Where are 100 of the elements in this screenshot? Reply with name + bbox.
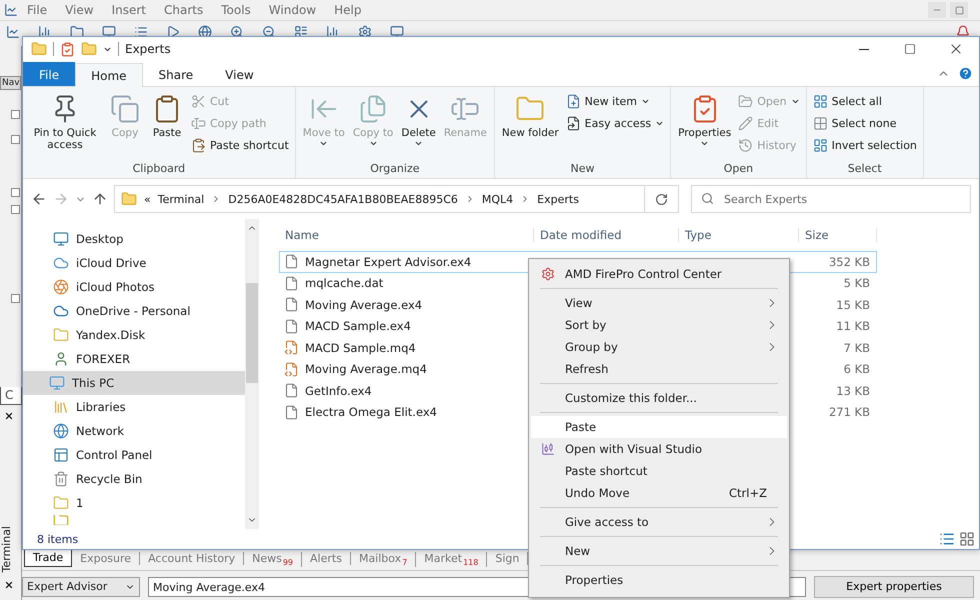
menu-item[interactable]: Undo Move Ctrl+Z [531,482,787,504]
address-bar[interactable]: « Terminal D256A0E4828DC45AFA1B80BEAE8895C6 MQL4 Experts [114,185,645,213]
tree-expander[interactable] [11,110,20,119]
terminal-tab[interactable]: Alerts [302,552,351,565]
menu-item[interactable]: Sort by [531,314,787,336]
nav-item[interactable]: This PC [23,371,245,395]
terminal-label: Terminal [0,526,14,572]
nav-item[interactable]: Desktop [23,227,245,251]
nav-item[interactable]: Network [23,419,245,443]
ribbon-tab[interactable]: Home [75,63,143,87]
ribbon-command[interactable]: Paste shortcut [189,136,291,155]
file-name[interactable]: MACD Sample.ex4 [305,319,411,334]
search-field[interactable]: Search Experts [691,185,971,213]
nav-item[interactable]: iCloud Drive [23,251,245,275]
close-icon[interactable] [4,580,14,590]
ribbon-command[interactable]: Pin to Quick access [27,89,103,162]
toolbar-icon[interactable] [230,25,244,39]
toolbar-icon[interactable] [294,25,308,39]
menu-item[interactable]: Customize this folder... [531,387,787,409]
nav-item[interactable]: iCloud Photos [23,275,245,299]
menu-item[interactable]: Help [325,3,370,17]
toolbar-icon[interactable] [166,25,180,39]
breadcrumb[interactable]: MQL4 [482,192,514,206]
details-view-icon[interactable] [939,531,955,547]
toolbar-icon[interactable] [198,25,212,39]
breadcrumb[interactable]: Experts [537,192,579,206]
ribbon-command[interactable]: Invert selection [810,136,919,155]
menu-item[interactable]: View [56,3,103,17]
menu-item[interactable]: Charts [155,3,212,17]
nav-item[interactable]: Yandex.Disk [23,323,245,347]
terminal-tab[interactable]: Mailbox$_{7}$ [350,552,416,568]
menu-item[interactable]: Refresh [531,358,787,380]
nav-item[interactable]: Libraries [23,395,245,419]
maximize-icon [904,43,916,55]
nav-item[interactable]: Recycle Bin [23,467,245,491]
menu-item[interactable]: Paste shortcut [531,460,787,482]
expert-properties-button[interactable]: Expert properties [814,576,974,598]
terminal-tab[interactable]: News$_{99}$ [244,552,302,568]
nav-item[interactable]: FOREXER [23,347,245,371]
ribbon-command[interactable]: Select none [810,114,919,133]
file-size: 5 KB [842,276,871,290]
menu-item[interactable]: Group by [531,336,787,358]
file-name[interactable]: Magnetar Expert Advisor.ex4 [305,254,472,269]
tree-expander[interactable] [11,294,20,303]
ribbon-command[interactable]: Delete [398,89,439,162]
menu-item[interactable]: New [531,540,787,562]
nav-item[interactable]: 1 [23,491,245,515]
terminal-tab[interactable]: Trade [24,550,72,567]
scrollbar[interactable] [245,219,259,529]
toolbar-icon[interactable] [358,25,372,39]
terminal-tab[interactable]: Account History [140,552,244,565]
column-header[interactable]: Size [799,228,877,242]
file-name[interactable]: Moving Average.mq4 [305,362,427,376]
column-header[interactable]: Date modified [534,228,679,242]
breadcrumb-overflow[interactable]: « [144,192,151,206]
file-name[interactable]: Electra Omega Elit.ex4 [305,405,437,420]
ribbon-command[interactable]: Properties [675,89,734,162]
ribbon-command[interactable]: Select all [810,92,919,111]
menu-item[interactable]: Give access to [531,511,787,533]
shortcut-text: Ctrl+Z [729,486,768,500]
file-name[interactable]: mqlcache.dat [305,276,384,290]
menu-item[interactable]: Tools [212,3,260,17]
nav-item[interactable]: Control Panel [23,443,245,467]
ribbon-command[interactable]: Easy access [564,114,666,133]
menu-item[interactable]: File [18,3,56,17]
terminal-tab[interactable]: Exposure [72,552,140,565]
back-icon[interactable] [31,191,47,207]
file-name[interactable]: GetInfo.ex4 [305,384,372,398]
column-header[interactable]: Name [279,228,534,242]
file-name[interactable]: Moving Average.ex4 [305,298,422,312]
ribbon-command[interactable]: Paste [147,89,187,162]
ribbon-command[interactable]: New folder [498,89,562,162]
ribbon-tab[interactable]: File [23,62,76,86]
file-icon [284,318,299,334]
up-icon[interactable] [92,191,108,207]
menu-item[interactable]: View [531,292,787,314]
restore-button[interactable] [950,2,968,18]
tiles-view-icon[interactable] [959,531,975,547]
menu-item[interactable]: Paste [531,416,787,438]
flower-icon [53,279,69,295]
close-icon[interactable] [4,411,14,421]
breadcrumb[interactable]: D256A0E4828DC45AFA1B80BEAE8895C6 [228,192,458,206]
properties-icon[interactable] [60,42,75,56]
tree-expander[interactable] [11,135,20,144]
refresh-button[interactable] [645,185,679,213]
menu-item[interactable]: Open with Visual Studio [531,438,787,460]
breadcrumb[interactable]: Terminal [158,192,204,206]
column-header[interactable]: Type [679,228,799,242]
toolbar-icon[interactable] [6,25,20,39]
help-icon[interactable] [958,66,973,81]
toolbar-icon[interactable] [262,25,276,39]
nav-item[interactable]: OneDrive - Personal [23,299,245,323]
file-name[interactable]: MACD Sample.mq4 [305,340,416,355]
menu-item[interactable]: Window [260,3,326,17]
ribbon-command[interactable]: New item [564,92,666,111]
terminal-tab[interactable]: Market$_{118}$ [416,552,488,568]
menu-item[interactable]: Insert [102,3,155,17]
expert-select[interactable]: Expert Advisor [22,576,140,596]
navigator-tab[interactable]: C [0,387,22,405]
toolbar-icon[interactable] [134,25,148,39]
